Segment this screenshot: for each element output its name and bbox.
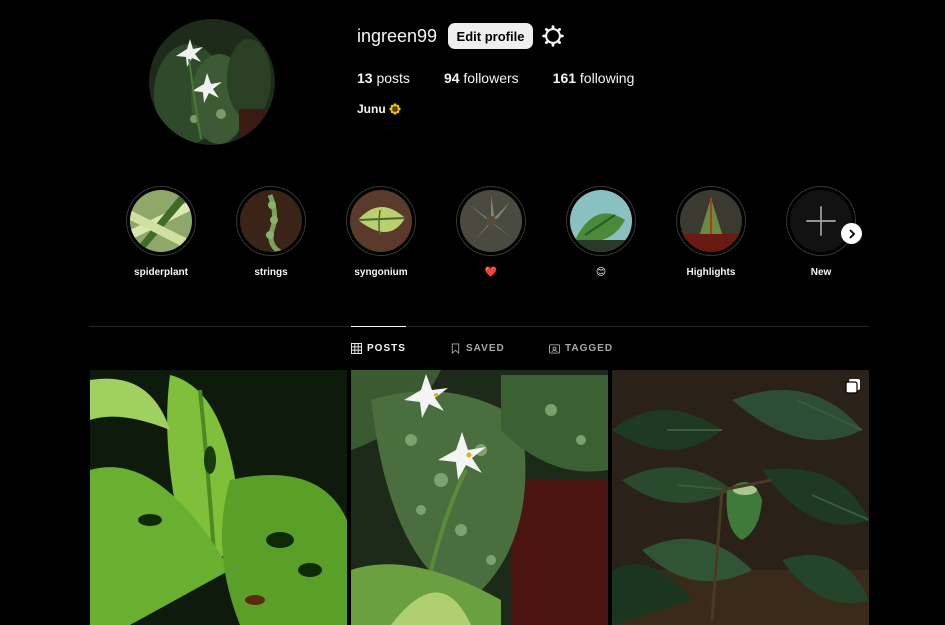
following-label[interactable]: following	[580, 70, 634, 86]
highlight-cover[interactable]	[680, 190, 742, 252]
profile-stats: 13 posts 94 followers 161 following	[357, 70, 668, 86]
highlight-ring[interactable]	[456, 186, 526, 256]
tag-icon	[549, 343, 560, 354]
highlight-ring[interactable]	[126, 186, 196, 256]
highlight-label[interactable]: 😊	[566, 267, 636, 279]
tab-label[interactable]: SAVED	[466, 343, 505, 354]
posts-number: 13	[357, 70, 373, 86]
tab-saved[interactable]: SAVED	[450, 326, 505, 370]
highlight-label[interactable]: spiderplant	[126, 267, 196, 279]
tab-tagged[interactable]: TAGGED	[549, 326, 613, 370]
highlight-ring[interactable]	[236, 186, 306, 256]
highlight-ring[interactable]	[676, 186, 746, 256]
edit-profile-button[interactable]: Edit profile	[448, 23, 533, 49]
post-thumbnail[interactable]	[90, 370, 347, 625]
bio-name: Junu	[357, 102, 386, 116]
highlight-ring[interactable]	[346, 186, 416, 256]
profile-avatar[interactable]	[149, 19, 275, 145]
highlight-heart[interactable]: ❤️	[456, 186, 526, 279]
post-image[interactable]	[612, 370, 869, 625]
highlight-syngonium[interactable]: syngonium	[346, 186, 416, 279]
followers-count[interactable]: 94 followers	[444, 70, 519, 86]
highlights-next-button[interactable]	[841, 223, 862, 244]
highlight-highlights[interactable]: Highlights	[676, 186, 746, 279]
plus-icon[interactable]	[803, 203, 839, 239]
profile-username: ingreen99	[357, 26, 438, 46]
highlight-label[interactable]: syngonium	[346, 267, 416, 279]
post-thumbnail[interactable]	[612, 370, 869, 625]
bookmark-icon	[451, 342, 460, 354]
highlight-cover[interactable]	[570, 190, 632, 252]
highlight-label[interactable]: Highlights	[676, 267, 746, 279]
followers-number[interactable]: 94	[444, 70, 460, 86]
highlight-label[interactable]: strings	[236, 267, 306, 279]
highlight-ring[interactable]	[566, 186, 636, 256]
multiple-photos-icon	[845, 379, 860, 394]
highlight-cover[interactable]	[130, 190, 192, 252]
grid-icon	[351, 343, 362, 354]
highlight-label[interactable]: ❤️	[456, 267, 526, 279]
highlight-cover[interactable]	[240, 190, 302, 252]
highlight-ring[interactable]	[786, 186, 856, 256]
highlight-smile[interactable]: 😊	[566, 186, 636, 279]
gear-icon[interactable]	[542, 25, 564, 47]
highlight-cover[interactable]	[350, 190, 412, 252]
tab-posts[interactable]: POSTS	[351, 326, 406, 370]
post-thumbnail[interactable]	[351, 370, 608, 625]
following-count[interactable]: 161 following	[553, 70, 635, 86]
sunflower-icon	[389, 103, 401, 115]
tab-label[interactable]: POSTS	[367, 343, 406, 354]
posts-grid	[90, 370, 869, 625]
new-highlight-cover[interactable]	[790, 190, 852, 252]
chevron-right-icon	[848, 228, 855, 239]
tab-label[interactable]: TAGGED	[565, 343, 613, 354]
profile-bio: Junu	[357, 102, 401, 116]
posts-label: posts	[376, 70, 410, 86]
highlight-strings[interactable]: strings	[236, 186, 306, 279]
post-image[interactable]	[90, 370, 347, 625]
post-image[interactable]	[351, 370, 608, 625]
highlight-cover[interactable]	[460, 190, 522, 252]
posts-count: 13 posts	[357, 70, 410, 86]
following-number[interactable]: 161	[553, 70, 576, 86]
followers-label[interactable]: followers	[463, 70, 518, 86]
highlight-spiderplant[interactable]: spiderplant	[126, 186, 196, 279]
highlight-label[interactable]: New	[786, 267, 856, 279]
